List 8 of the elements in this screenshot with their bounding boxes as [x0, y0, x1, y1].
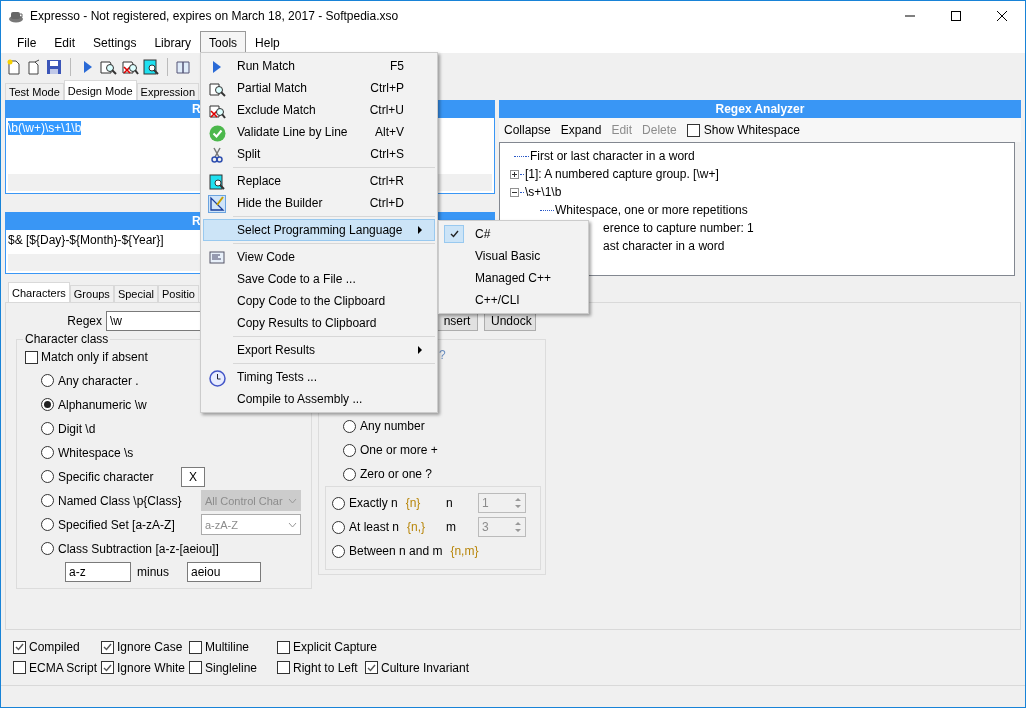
- window-title: Expresso - Not registered, expires on March 18, 2017 - Softpedia.xso: [30, 9, 400, 23]
- minus-label: minus: [137, 564, 169, 579]
- hint-text: ?: [439, 348, 446, 362]
- regex-label: Regex: [66, 314, 102, 328]
- parameter-label: m: [446, 520, 457, 534]
- group-title: Character class: [23, 332, 111, 346]
- parameter-label: n: [446, 496, 454, 510]
- panel-header: Regex Analyzer: [499, 100, 1021, 118]
